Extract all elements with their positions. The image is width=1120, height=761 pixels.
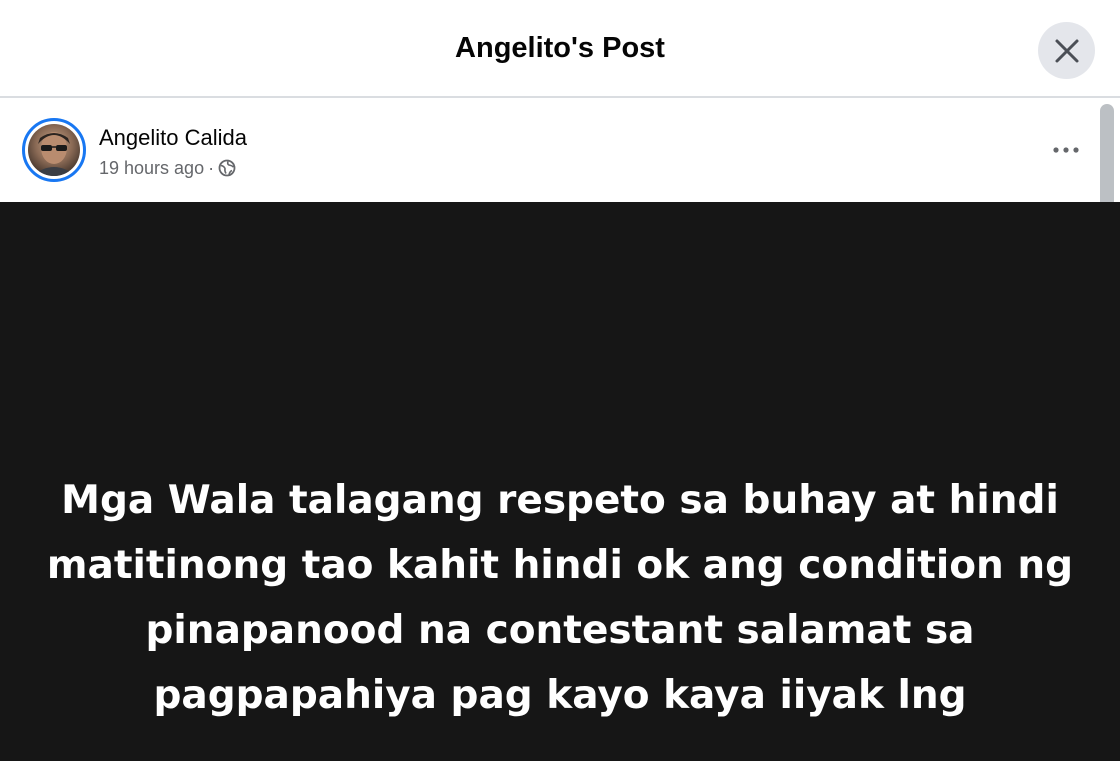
- dialog-title: Angelito's Post: [455, 32, 665, 64]
- avatar-photo: [28, 124, 80, 176]
- more-options-icon: [1052, 141, 1080, 159]
- post-dialog: Angelito's Post Angelito Calida 19 hours…: [0, 0, 1120, 761]
- scrollbar-thumb[interactable]: [1100, 104, 1114, 214]
- post-text: Mga Wala talagang respeto sa buhay at hi…: [46, 478, 1074, 718]
- meta-separator: ·: [208, 158, 215, 178]
- post-meta: 19 hours ago ·: [99, 156, 236, 180]
- post-content[interactable]: Mga Wala talagang respeto sa buhay at hi…: [0, 202, 1120, 761]
- post-header: Angelito Calida 19 hours ago ·: [0, 100, 1096, 202]
- close-button[interactable]: [1038, 22, 1095, 79]
- author-name[interactable]: Angelito Calida: [99, 124, 247, 152]
- globe-icon[interactable]: [218, 159, 236, 177]
- close-icon: [1054, 38, 1080, 64]
- dialog-header: Angelito's Post: [0, 0, 1120, 98]
- post-timestamp[interactable]: 19 hours ago: [99, 156, 204, 180]
- avatar[interactable]: [22, 118, 86, 182]
- more-options-button[interactable]: [1044, 130, 1088, 170]
